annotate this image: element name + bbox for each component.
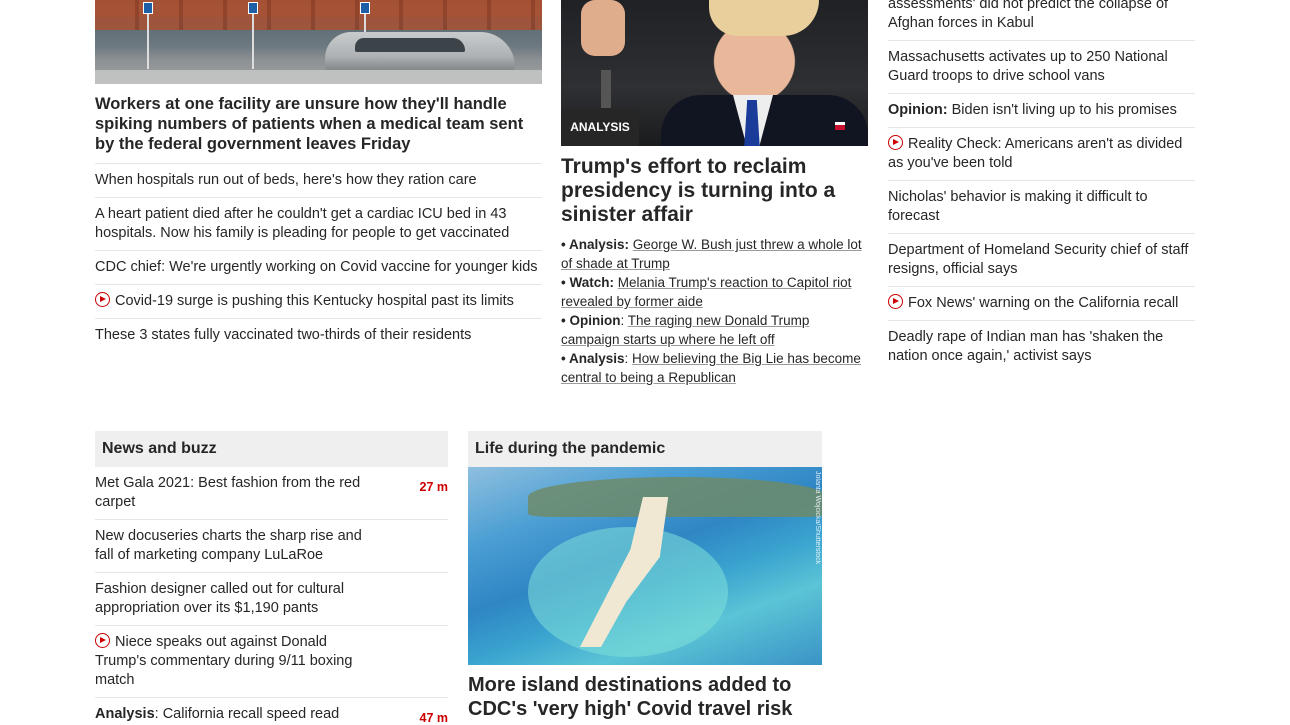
list-item[interactable]: Massachusetts activates up to 250 Nation…	[888, 41, 1195, 94]
news-link-text: New docuseries charts the sharp rise and…	[95, 528, 362, 563]
bullet-kicker: Opinion	[569, 313, 621, 328]
photo-credit: Jolanta Wojcicka/Shutterstock	[814, 471, 821, 565]
news-link-text: : California recall speed read	[154, 706, 340, 722]
story-link[interactable]: When hospitals run out of beds, here's h…	[95, 172, 477, 188]
trump-photo[interactable]: ANALYSIS	[561, 0, 868, 146]
island-travel-headline[interactable]: More island destinations added to CDC's …	[468, 673, 822, 721]
list-item[interactable]: CDC chief: We're urgently working on Cov…	[95, 251, 542, 285]
story-link-text: Fox News' warning on the California reca…	[908, 295, 1179, 311]
list-item[interactable]: A heart patient died after he couldn't g…	[95, 198, 542, 251]
list-item[interactable]: Opinion: Biden isn't living up to his pr…	[888, 94, 1195, 128]
story-link[interactable]: These 3 states fully vaccinated two-thir…	[95, 327, 471, 343]
hospital-hero-headline[interactable]: Workers at one facility are unsure how t…	[95, 94, 542, 164]
trump-hero-headline[interactable]: Trump's effort to reclaim presidency is …	[561, 155, 868, 227]
accessible-parking-sign-icon	[248, 2, 258, 14]
list-item[interactable]: Department of Homeland Security chief of…	[888, 234, 1195, 287]
parked-car	[325, 32, 515, 72]
life-during-pandemic-section: Life during the pandemic Jolanta Wojcick…	[468, 431, 822, 721]
story-link-text: CDC chief: We're urgently working on Cov…	[95, 259, 538, 275]
bullet-dot: •	[561, 237, 569, 252]
story-link-text: Nicholas' behavior is making it difficul…	[888, 189, 1148, 224]
news-link[interactable]: Analysis: California recall speed read	[95, 706, 339, 722]
story-link-text: When hospitals run out of beds, here's h…	[95, 172, 477, 188]
bullet-separator: :	[620, 313, 628, 328]
list-item[interactable]: assessments' did not predict the collaps…	[888, 0, 1195, 41]
bullet-item[interactable]: • Analysis: George W. Bush just threw a …	[561, 235, 868, 273]
news-item[interactable]: Fashion designer called out for cultural…	[95, 573, 448, 626]
accessible-parking-sign-icon	[360, 2, 370, 14]
bullet-separator: :	[624, 351, 633, 366]
story-link-text: A heart patient died after he couldn't g…	[95, 206, 510, 241]
bullet-kicker: Analysis:	[568, 237, 630, 252]
top-stories-column: assessments' did not predict the collaps…	[888, 0, 1195, 373]
microphone-icon	[601, 70, 611, 110]
top-stories-list: assessments' did not predict the collaps…	[888, 0, 1195, 373]
story-link-text: Department of Homeland Security chief of…	[888, 242, 1189, 277]
story-link[interactable]: Fox News' warning on the California reca…	[888, 294, 1179, 311]
play-video-icon	[888, 294, 903, 309]
story-link-text: Covid-19 surge is pushing this Kentucky …	[115, 293, 514, 309]
health-story-column: Workers at one facility are unsure how t…	[95, 0, 542, 352]
story-link[interactable]: Nicholas' behavior is making it difficul…	[888, 189, 1148, 224]
list-item[interactable]: Nicholas' behavior is making it difficul…	[888, 181, 1195, 234]
hospital-parking-photo[interactable]	[95, 0, 542, 84]
news-link-text: Niece speaks out against Donald Trump's …	[95, 634, 353, 688]
trump-story-column: ANALYSIS Trump's effort to reclaim presi…	[561, 0, 868, 387]
story-link[interactable]: CDC chief: We're urgently working on Cov…	[95, 259, 538, 275]
bullet-dot: •	[561, 351, 569, 366]
bullet-kicker: Watch:	[569, 275, 614, 290]
play-video-icon	[95, 292, 110, 307]
news-link[interactable]: Niece speaks out against Donald Trump's …	[95, 633, 353, 688]
news-item[interactable]: Niece speaks out against Donald Trump's …	[95, 626, 448, 698]
accessible-parking-sign-icon	[143, 2, 153, 14]
news-and-buzz-section: News and buzz Met Gala 2021: Best fashio…	[95, 431, 448, 725]
bullet-item[interactable]: • Watch: Melania Trump's reaction to Cap…	[561, 273, 868, 311]
news-list: Met Gala 2021: Best fashion from the red…	[95, 467, 448, 725]
news-link[interactable]: New docuseries charts the sharp rise and…	[95, 528, 362, 563]
news-item[interactable]: Met Gala 2021: Best fashion from the red…	[95, 467, 448, 520]
flag-pin-icon	[835, 122, 845, 130]
story-link[interactable]: Department of Homeland Security chief of…	[888, 242, 1188, 277]
list-item[interactable]: Fox News' warning on the California reca…	[888, 287, 1195, 321]
bullet-item[interactable]: • Analysis: How believing the Big Lie ha…	[561, 349, 868, 387]
section-title: News and buzz	[95, 431, 448, 467]
story-link[interactable]: Covid-19 surge is pushing this Kentucky …	[95, 292, 514, 309]
news-link-text: Fashion designer called out for cultural…	[95, 581, 345, 616]
story-link[interactable]: Opinion: Biden isn't living up to his pr…	[888, 102, 1177, 118]
play-video-icon	[888, 135, 903, 150]
news-item[interactable]: New docuseries charts the sharp rise and…	[95, 520, 448, 573]
analysis-badge: ANALYSIS	[561, 108, 639, 146]
list-item[interactable]: These 3 states fully vaccinated two-thir…	[95, 319, 542, 352]
list-item[interactable]: Covid-19 surge is pushing this Kentucky …	[95, 285, 542, 319]
story-link-text: Biden isn't living up to his promises	[947, 102, 1177, 118]
section-title: Life during the pandemic	[468, 431, 822, 467]
bullet-item[interactable]: • Opinion: The raging new Donald Trump c…	[561, 311, 868, 349]
story-link[interactable]: Reality Check: Americans aren't as divid…	[888, 135, 1183, 171]
hospital-related-links: When hospitals run out of beds, here's h…	[95, 164, 542, 352]
play-video-icon	[95, 633, 110, 648]
news-link[interactable]: Fashion designer called out for cultural…	[95, 581, 344, 616]
news-link[interactable]: Met Gala 2021: Best fashion from the red…	[95, 475, 360, 510]
story-link-text: Massachusetts activates up to 250 Nation…	[888, 49, 1168, 84]
story-link[interactable]: Massachusetts activates up to 250 Nation…	[888, 49, 1168, 84]
list-item[interactable]: Deadly rape of Indian man has 'shaken th…	[888, 321, 1195, 373]
story-kicker: Opinion:	[888, 102, 948, 118]
bullet-kicker: Analysis	[568, 351, 625, 366]
news-item[interactable]: Analysis: California recall speed read 47…	[95, 698, 448, 725]
story-link[interactable]: Deadly rape of Indian man has 'shaken th…	[888, 329, 1163, 364]
story-link[interactable]: A heart patient died after he couldn't g…	[95, 206, 509, 241]
island-aerial-photo[interactable]: Jolanta Wojcicka/Shutterstock	[468, 467, 822, 665]
news-link-text: Met Gala 2021: Best fashion from the red…	[95, 475, 361, 510]
news-kicker: Analysis	[95, 706, 155, 722]
timestamp: 27 m	[419, 480, 449, 494]
trump-related-bullets: • Analysis: George W. Bush just threw a …	[561, 235, 868, 387]
afghan-story-link[interactable]: assessments' did not predict the collaps…	[888, 0, 1168, 31]
list-item[interactable]: Reality Check: Americans aren't as divid…	[888, 128, 1195, 181]
story-link-text: Deadly rape of Indian man has 'shaken th…	[888, 329, 1164, 364]
timestamp: 47 m	[419, 711, 449, 725]
list-item[interactable]: When hospitals run out of beds, here's h…	[95, 164, 542, 198]
story-link-text: Reality Check: Americans aren't as divid…	[888, 136, 1183, 171]
raised-fist	[581, 0, 625, 56]
story-link-text: These 3 states fully vaccinated two-thir…	[95, 327, 472, 343]
